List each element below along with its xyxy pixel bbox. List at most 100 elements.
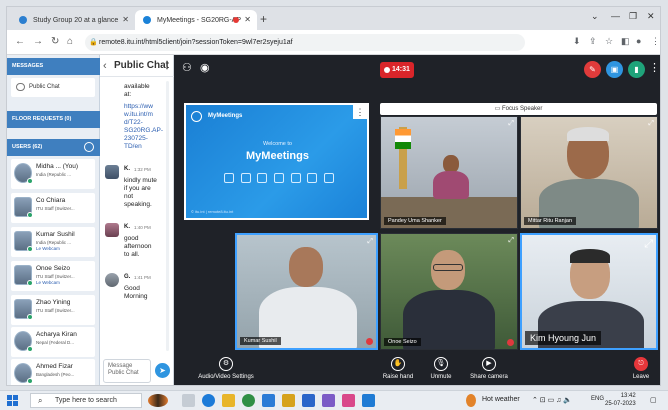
user-list-item[interactable]: Midha ... (You) India (Republic ...	[11, 159, 95, 189]
expand-icon[interactable]: ⤢	[644, 238, 653, 251]
message-line: available	[124, 83, 150, 90]
unmute-button[interactable]: 🎙 Unmute	[424, 357, 458, 380]
slide-feature-icons	[224, 173, 334, 189]
chat-scrollbar[interactable]	[166, 81, 169, 351]
taskbar-clock[interactable]: 13:42 25-07-2023	[605, 392, 636, 408]
new-tab-button[interactable]: +	[260, 12, 267, 26]
focus-speaker-button[interactable]: ▭ Focus Speaker	[380, 103, 657, 115]
app-icon[interactable]	[362, 394, 375, 407]
av-settings-label: Audio/Video Settings	[198, 374, 254, 380]
tab-search-icon[interactable]: ⌄	[591, 11, 599, 22]
file-explorer-icon[interactable]	[222, 394, 235, 407]
recording-timer[interactable]: 14:31	[380, 62, 414, 78]
send-button[interactable]: ➤	[155, 363, 170, 378]
app-icon[interactable]	[342, 394, 355, 407]
view-icon[interactable]: ◉	[200, 61, 210, 74]
screen-share-icon[interactable]: ▣	[606, 61, 623, 78]
presence-dot	[27, 378, 33, 384]
more-options-icon[interactable]: ⋮	[649, 61, 660, 74]
video-tile-mittar[interactable]: ⤢ Mittar Ritu Ranjan	[520, 116, 658, 229]
bookmark-star-icon[interactable]: ☆	[605, 36, 613, 47]
edge-icon[interactable]	[202, 394, 215, 407]
video-tile-onoe[interactable]: ⤢ Onoe Seizo	[380, 233, 518, 350]
user-list-item[interactable]: Ahmed Fizar Bangladesh (Peo...	[11, 359, 95, 385]
minimize-button[interactable]: —	[611, 11, 620, 21]
share-icon[interactable]: ⇪	[589, 36, 597, 47]
butterfly-widget-icon[interactable]	[148, 394, 168, 407]
raise-hand-button[interactable]: ✋ Raise hand	[378, 357, 418, 380]
download-icon[interactable]: ⬇	[573, 36, 581, 47]
taskbar-search[interactable]: ⌕ Type here to search	[30, 393, 142, 408]
clock-time: 13:42	[620, 393, 636, 399]
url-field[interactable]: 🔒 remote8.itu.int/html5client/join?sessi…	[85, 34, 525, 51]
forward-icon[interactable]: →	[33, 36, 43, 47]
chrome-icon[interactable]	[242, 394, 255, 407]
share-camera-button[interactable]: ▶ Share camera	[466, 357, 512, 380]
message-link-line[interactable]: w.itu.int/m	[124, 111, 162, 119]
expand-icon[interactable]: ⤢	[508, 237, 514, 245]
expand-icon[interactable]: ⤢	[508, 120, 514, 128]
back-icon[interactable]: ←	[15, 36, 25, 47]
message-line: afternoon	[124, 243, 152, 250]
system-tray-icons[interactable]: ⌃ ⊡ ▭ ♫ 🔈	[532, 396, 572, 404]
user-list-item[interactable]: Co Chiara ITU Staff (Switzer...	[11, 193, 95, 223]
chevron-left-icon[interactable]: ‹	[103, 55, 107, 77]
video-tile-kim[interactable]: ⤢ Kim Hyoung Jun	[520, 233, 658, 350]
folder-icon[interactable]	[282, 394, 295, 407]
outlook-icon[interactable]	[262, 394, 275, 407]
users-settings-icon[interactable]	[84, 142, 94, 152]
teams-icon[interactable]	[322, 394, 335, 407]
user-list-item[interactable]: Acharya Kiran Nepal (Federal D...	[11, 327, 95, 357]
user-name: Kumar Sushil	[36, 231, 75, 238]
weather-icon[interactable]	[466, 394, 476, 407]
profile-icon[interactable]: ●	[636, 36, 641, 46]
message-link-line[interactable]: https://ww	[124, 103, 162, 111]
user-list-item[interactable]: Kumar Sushil India (Republic ... Le Webc…	[11, 227, 95, 257]
tab-study-group[interactable]: Study Group 20 at a glance ✕	[11, 10, 135, 30]
close-window-button[interactable]: ✕	[647, 11, 655, 22]
stats-icon[interactable]: ▮	[628, 61, 645, 78]
user-name: Co Chiara	[36, 197, 66, 204]
tab-mymeetings[interactable]: MyMeetings - SG20RG-AP ✕	[135, 10, 257, 30]
users-header: USERS (62)	[7, 139, 100, 156]
menu-icon[interactable]: ⋮	[651, 36, 660, 47]
user-list-item[interactable]: Zhao Yining ITU Staff (Switzer...	[11, 295, 95, 325]
slide-options-icon[interactable]: ⋮	[353, 105, 367, 119]
glasses-icon	[433, 264, 463, 271]
weather-text[interactable]: Hot weather	[482, 396, 520, 403]
home-icon[interactable]: ⌂	[67, 36, 73, 47]
message-link-line[interactable]: TD/en	[124, 143, 162, 151]
language-indicator[interactable]: ENG	[591, 396, 604, 402]
sidebar-icon[interactable]: ◧	[621, 36, 630, 47]
word-icon[interactable]	[302, 394, 315, 407]
chat-message-input[interactable]: Message Public Chat	[103, 359, 151, 383]
microphone-icon: 🎙	[434, 357, 448, 371]
expand-icon[interactable]: ⤢	[648, 120, 654, 128]
user-country: India (Republic ...	[36, 172, 72, 177]
video-tile-kumar[interactable]: ⤢ Kumar Sushil	[235, 233, 378, 350]
public-chat-item[interactable]: Public Chat	[11, 78, 95, 97]
chat-options-icon[interactable]: ⋮	[162, 55, 172, 77]
notification-icon[interactable]: ▢	[650, 396, 657, 404]
maximize-button[interactable]: ❐	[629, 11, 637, 22]
message-link-line[interactable]: 230725-	[124, 135, 162, 143]
windows-start-icon[interactable]	[7, 395, 18, 406]
av-settings-button[interactable]: ⚙ Audio/Video Settings	[196, 357, 256, 380]
close-tab-icon[interactable]: ✕	[122, 15, 129, 24]
user-name: Ahmed Fizar	[36, 363, 73, 370]
expand-icon[interactable]: ⤢	[367, 238, 373, 246]
message-link-line[interactable]: SG20RG.AP-	[124, 127, 163, 135]
meeting-controls: ⚙ Audio/Video Settings ✋ Raise hand 🎙 Un…	[174, 355, 660, 385]
presentation-slide[interactable]: MyMeetings ⋮ Welcome to MyMeetings © itu…	[184, 103, 369, 220]
message-link-line[interactable]: d/T22-	[124, 119, 162, 127]
leave-button[interactable]: ⎋ Leave	[628, 357, 654, 380]
task-view-icon[interactable]	[182, 394, 195, 407]
reload-icon[interactable]: ↻	[51, 36, 59, 47]
chat-header: ‹ Public Chat ⋮	[100, 55, 174, 77]
user-list-item[interactable]: Onoe Seizo ITU Staff (Switzer... Le Webc…	[11, 261, 95, 291]
close-tab-icon[interactable]: ✕	[244, 15, 251, 24]
message-line: Good	[124, 285, 140, 292]
video-tile-pandey[interactable]: ⤢ Pandey Uma Shanker	[380, 116, 518, 229]
participants-icon[interactable]: ⚇	[182, 61, 192, 74]
mic-off-icon[interactable]: ✎	[584, 61, 601, 78]
